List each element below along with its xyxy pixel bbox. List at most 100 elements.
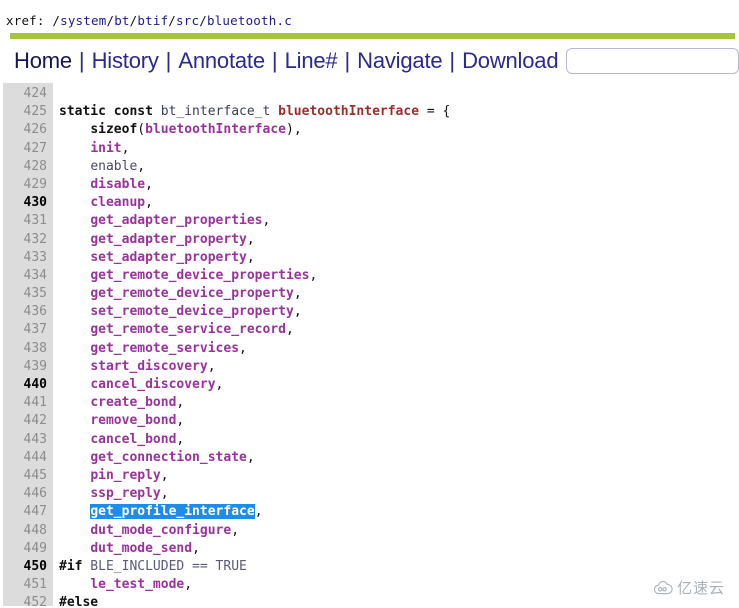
path-segment-btif[interactable]: btif xyxy=(137,13,168,28)
symbol-link[interactable]: cleanup xyxy=(90,195,145,210)
code-token: , xyxy=(137,158,146,174)
symbol-link[interactable]: ssp_reply xyxy=(90,486,160,501)
symbol-link[interactable]: get_remote_device_property xyxy=(90,286,294,301)
line-number-441[interactable]: 441 xyxy=(3,394,53,412)
code-line: 432 get_adapter_property, xyxy=(0,231,739,249)
line-number-430[interactable]: 430 xyxy=(3,194,53,212)
line-number-435[interactable]: 435 xyxy=(3,285,53,303)
source-code-view[interactable]: 424 425 static const bt_interface_t blueto… xyxy=(0,83,739,606)
code-token: , xyxy=(246,231,255,247)
line-number-443[interactable]: 443 xyxy=(3,431,53,449)
symbol-link[interactable]: create_bond xyxy=(90,395,176,410)
symbol-link[interactable]: cancel_bond xyxy=(90,432,176,447)
nav-item-navigate[interactable]: Navigate xyxy=(357,50,442,72)
line-number-434[interactable]: 434 xyxy=(3,267,53,285)
code-line-content: set_remote_device_property, xyxy=(53,303,301,321)
code-token: , xyxy=(254,504,263,520)
path-segment-bt[interactable]: bt xyxy=(114,13,129,28)
code-line: 452 #else xyxy=(0,594,739,606)
line-number-428[interactable]: 428 xyxy=(3,158,53,176)
symbol-link[interactable]: cancel_discovery xyxy=(90,377,215,392)
symbol-link[interactable]: set_remote_device_property xyxy=(90,304,294,319)
line-number-450[interactable]: 450 xyxy=(3,558,53,576)
code-token: ), xyxy=(286,122,302,138)
nav-item-download[interactable]: Download xyxy=(462,50,558,72)
line-number-447[interactable]: 447 xyxy=(3,503,53,521)
symbol-link[interactable]: pin_reply xyxy=(90,468,160,483)
code-line-content: #else xyxy=(53,594,98,606)
search-input[interactable] xyxy=(566,48,739,74)
line-number-442[interactable]: 442 xyxy=(3,412,53,430)
path-segment-src[interactable]: src xyxy=(176,13,199,28)
code-line-content: get_connection_state, xyxy=(53,449,255,467)
symbol-link[interactable]: dut_mode_configure xyxy=(90,523,231,538)
line-number-446[interactable]: 446 xyxy=(3,485,53,503)
line-number-448[interactable]: 448 xyxy=(3,522,53,540)
code-token: ( xyxy=(137,122,146,138)
line-number-440[interactable]: 440 xyxy=(3,376,53,394)
line-number-425[interactable]: 425 xyxy=(3,103,53,121)
symbol-link[interactable]: le_test_mode xyxy=(90,577,184,592)
code-token: , xyxy=(309,267,318,283)
code-line-content: get_remote_service_record, xyxy=(53,321,294,339)
symbol-link[interactable]: disable xyxy=(90,177,145,192)
line-number-449[interactable]: 449 xyxy=(3,540,53,558)
symbol-link[interactable]: bluetoothInterface xyxy=(145,122,286,137)
nav-item-history[interactable]: History xyxy=(92,50,159,72)
line-number-438[interactable]: 438 xyxy=(3,340,53,358)
symbol-link[interactable]: get_remote_service_record xyxy=(90,322,286,337)
path-segment-system[interactable]: system xyxy=(60,13,106,28)
symbol-link[interactable]: dut_mode_send xyxy=(90,541,192,556)
line-number-451[interactable]: 451 xyxy=(3,576,53,594)
code-line: 446 ssp_reply, xyxy=(0,485,739,503)
code-token: BLE_INCLUDED == TRUE xyxy=(82,558,247,574)
line-number-452[interactable]: 452 xyxy=(3,594,53,606)
code-token: static const xyxy=(59,104,161,120)
code-token: , xyxy=(262,213,271,229)
line-number-439[interactable]: 439 xyxy=(3,358,53,376)
code-line-content: get_adapter_properties, xyxy=(53,212,270,230)
line-number-426[interactable]: 426 xyxy=(3,121,53,139)
symbol-link[interactable]: get_remote_device_properties xyxy=(90,268,309,283)
line-number-433[interactable]: 433 xyxy=(3,249,53,267)
symbol-link[interactable]: get_remote_services xyxy=(90,341,239,356)
nav-item-annotate[interactable]: Annotate xyxy=(178,50,265,72)
line-number-445[interactable]: 445 xyxy=(3,467,53,485)
symbol-link[interactable]: start_discovery xyxy=(90,359,207,374)
line-number-432[interactable]: 432 xyxy=(3,231,53,249)
code-line-content: get_remote_services, xyxy=(53,340,247,358)
code-token: , xyxy=(246,449,255,465)
code-line-content: dut_mode_send, xyxy=(53,540,200,558)
code-token: #else xyxy=(59,595,99,606)
symbol-link[interactable]: get_connection_state xyxy=(90,450,247,465)
code-line: 438 get_remote_services, xyxy=(0,340,739,358)
nav-item-home[interactable]: Home xyxy=(14,50,72,72)
code-token: enable xyxy=(90,158,138,174)
line-number-444[interactable]: 444 xyxy=(3,449,53,467)
line-number-427[interactable]: 427 xyxy=(3,140,53,158)
path-segment-file[interactable]: bluetooth.c xyxy=(207,13,292,28)
symbol-link[interactable]: get_profile_interface xyxy=(90,504,255,520)
code-line: 433 set_adapter_property, xyxy=(0,249,739,267)
symbol-link[interactable]: remove_bond xyxy=(90,413,176,428)
symbol-link[interactable]: set_adapter_property xyxy=(90,250,247,265)
symbol-link[interactable]: init xyxy=(90,141,121,156)
code-token: , xyxy=(160,486,169,502)
symbol-link[interactable]: get_adapter_property xyxy=(90,232,247,247)
code-line-content: set_adapter_property, xyxy=(53,249,254,267)
line-number-436[interactable]: 436 xyxy=(3,303,53,321)
symbol-link[interactable]: get_adapter_properties xyxy=(90,213,262,228)
line-number-431[interactable]: 431 xyxy=(3,212,53,230)
line-number-429[interactable]: 429 xyxy=(3,176,53,194)
nav-item-line-number[interactable]: Line# xyxy=(285,50,338,72)
line-number-424[interactable]: 424 xyxy=(3,85,53,103)
line-number-437[interactable]: 437 xyxy=(3,321,53,339)
